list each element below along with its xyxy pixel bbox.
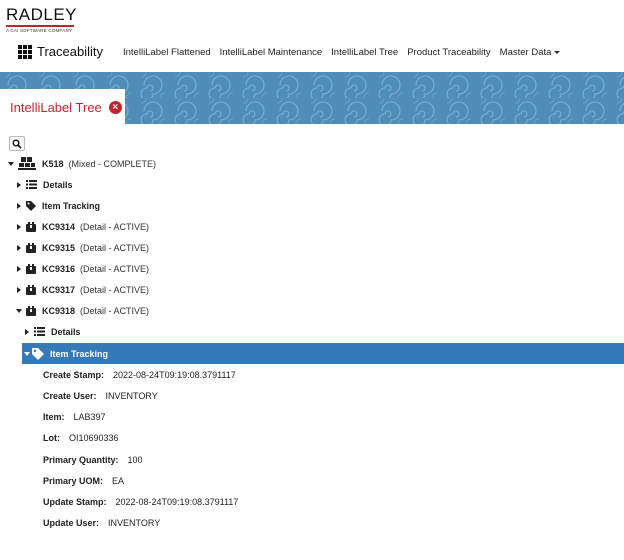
property-label: Primary UOM: bbox=[43, 475, 104, 486]
tree-node-kc9314[interactable]: KC9314 (Detail - ACTIVE) bbox=[14, 216, 149, 237]
property-row: Create Stamp: 2022-08-24T09:19:08.379111… bbox=[43, 364, 236, 385]
radley-logo: RADLEY A CAI SOFTWARE COMPANY bbox=[6, 5, 78, 33]
tag-icon bbox=[26, 200, 36, 211]
tree-node-name: Details bbox=[43, 179, 73, 190]
property-row: Create User: INVENTORY bbox=[43, 385, 158, 406]
property-row: Update Stamp: 2022-08-24T09:19:08.379111… bbox=[43, 491, 238, 512]
nav-menu: IntelliLabel Flattened IntelliLabel Main… bbox=[123, 47, 569, 58]
tag-icon bbox=[32, 347, 44, 360]
pallet-icon bbox=[18, 156, 36, 171]
property-value: INVENTORY bbox=[108, 517, 161, 528]
logo-subtitle: A CAI SOFTWARE COMPANY bbox=[6, 28, 73, 33]
property-label: Item: bbox=[43, 411, 65, 422]
property-row: Update User: INVENTORY bbox=[43, 512, 160, 533]
logo-underline bbox=[6, 25, 74, 27]
nav-intellilabel-maintenance[interactable]: IntelliLabel Maintenance bbox=[220, 47, 322, 58]
grid-apps-icon bbox=[18, 44, 32, 59]
tree-node-desc: (Detail - ACTIVE) bbox=[80, 221, 150, 232]
expand-toggle-icon[interactable] bbox=[14, 181, 24, 188]
property-value: 2022-08-24T09:19:08.3791117 bbox=[113, 369, 236, 380]
tree-node-kc9317[interactable]: KC9317 (Detail - ACTIVE) bbox=[14, 279, 149, 300]
package-icon bbox=[26, 284, 36, 295]
package-icon bbox=[26, 263, 36, 274]
tree-node-kc9318-details[interactable]: Details bbox=[22, 321, 86, 342]
tree-node-desc: (Detail - ACTIVE) bbox=[80, 305, 150, 316]
logo-word: RADLEY bbox=[6, 5, 78, 24]
tree-node-kc9316[interactable]: KC9316 (Detail - ACTIVE) bbox=[14, 258, 149, 279]
brand-link[interactable]: Traceability bbox=[18, 44, 103, 59]
nav-master-data-label: Master Data bbox=[499, 47, 552, 58]
property-row: Primary UOM: EA bbox=[43, 470, 124, 491]
expand-toggle-icon[interactable] bbox=[22, 328, 32, 335]
tree-node-name: KC9317 bbox=[42, 284, 76, 295]
property-value: 100 bbox=[127, 454, 143, 465]
nav-master-data-dropdown[interactable]: Master Data bbox=[500, 47, 561, 58]
expand-toggle-icon[interactable] bbox=[14, 265, 24, 272]
property-label: Update User: bbox=[43, 517, 100, 528]
top-navbar: Traceability IntelliLabel Flattened Inte… bbox=[0, 38, 624, 70]
tree-node-name: Item Tracking bbox=[50, 348, 109, 359]
collapse-toggle-icon[interactable] bbox=[14, 308, 24, 313]
brand-title: Traceability bbox=[37, 44, 103, 59]
tree-node-name: KC9314 bbox=[42, 221, 76, 232]
property-label: Lot: bbox=[43, 432, 60, 443]
tree-node-name: KC9318 bbox=[42, 305, 76, 316]
property-row: Primary Quantity: 100 bbox=[43, 449, 143, 470]
tree-node-desc: (Detail - ACTIVE) bbox=[80, 284, 150, 295]
tree-node-name: K518 bbox=[42, 158, 64, 169]
search-icon bbox=[12, 139, 22, 149]
property-value: EA bbox=[112, 475, 125, 486]
property-label: Create User: bbox=[43, 390, 97, 401]
nav-product-traceability[interactable]: Product Traceability bbox=[407, 47, 490, 58]
list-icon bbox=[26, 180, 37, 189]
property-row: Item: LAB397 bbox=[43, 406, 106, 427]
tab-label: IntelliLabel Tree bbox=[10, 99, 102, 115]
tree-node-kc9315[interactable]: KC9315 (Detail - ACTIVE) bbox=[14, 237, 149, 258]
property-label: Primary Quantity: bbox=[43, 454, 119, 465]
expand-toggle-icon[interactable] bbox=[14, 244, 24, 251]
tab-intellilabel-tree[interactable]: IntelliLabel Tree × bbox=[0, 89, 125, 125]
expand-toggle-icon[interactable] bbox=[14, 202, 24, 209]
package-icon bbox=[26, 242, 36, 253]
tree-node-desc: (Detail - ACTIVE) bbox=[80, 263, 150, 274]
nav-intellilabel-tree[interactable]: IntelliLabel Tree bbox=[331, 47, 398, 58]
tree-node-name: Details bbox=[51, 326, 81, 337]
search-button[interactable] bbox=[9, 136, 25, 151]
tree-node-root[interactable]: K518 (Mixed - COMPLETE) bbox=[6, 153, 156, 174]
tree-node-kc9318-item-tracking[interactable]: Item Tracking bbox=[22, 343, 624, 364]
property-value: INVENTORY bbox=[105, 390, 158, 401]
property-label: Update Stamp: bbox=[43, 496, 107, 507]
property-row: Lot: OI10690336 bbox=[43, 427, 119, 448]
property-value: 2022-08-24T09:19:08.3791117 bbox=[115, 496, 239, 507]
property-value: LAB397 bbox=[73, 411, 106, 422]
collapse-toggle-icon[interactable] bbox=[22, 351, 32, 356]
tree-node-item-tracking[interactable]: Item Tracking bbox=[14, 195, 105, 216]
property-label: Create Stamp: bbox=[43, 369, 105, 380]
close-tab-icon[interactable]: × bbox=[108, 100, 122, 114]
collapse-toggle-icon[interactable] bbox=[6, 161, 16, 166]
tree-node-desc: (Detail - ACTIVE) bbox=[80, 242, 150, 253]
tree-node-name: KC9316 bbox=[42, 263, 76, 274]
expand-toggle-icon[interactable] bbox=[14, 286, 24, 293]
tree-node-desc: (Mixed - COMPLETE) bbox=[68, 158, 157, 169]
tree-node-name: KC9315 bbox=[42, 242, 76, 253]
tree-node-name: Item Tracking bbox=[42, 200, 101, 211]
tree-node-kc9318[interactable]: KC9318 (Detail - ACTIVE) bbox=[14, 300, 149, 321]
package-icon bbox=[26, 221, 36, 232]
nav-intellilabel-flattened[interactable]: IntelliLabel Flattened bbox=[123, 47, 211, 58]
expand-toggle-icon[interactable] bbox=[14, 223, 24, 230]
list-icon bbox=[34, 327, 45, 336]
caret-down-icon bbox=[554, 50, 561, 54]
package-icon bbox=[26, 305, 36, 316]
tree-node-details[interactable]: Details bbox=[14, 174, 78, 195]
property-value: OI10690336 bbox=[69, 432, 119, 443]
